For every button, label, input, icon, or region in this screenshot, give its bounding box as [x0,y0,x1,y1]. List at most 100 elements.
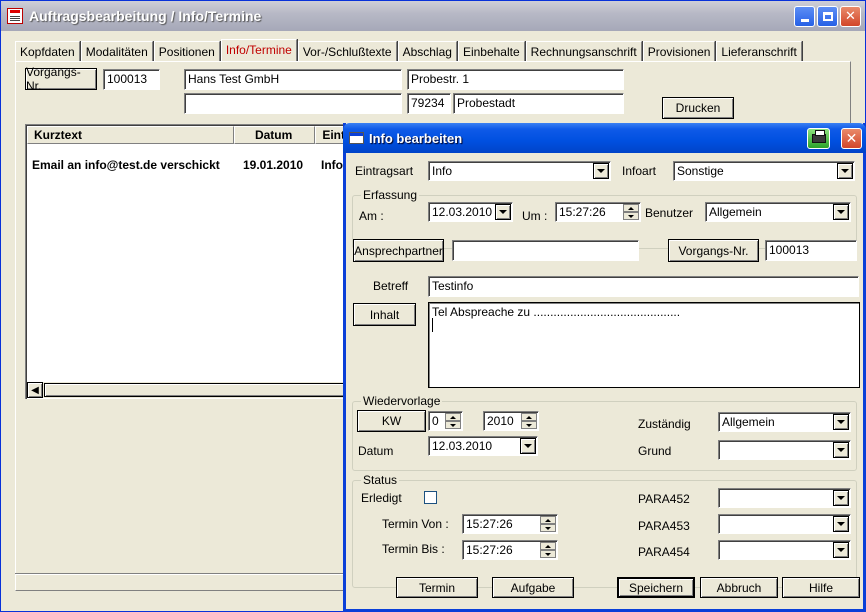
year-value: 2010 [487,414,514,428]
chevron-down-icon[interactable] [833,490,849,506]
kw-button[interactable]: KW [357,410,426,432]
print-button[interactable]: Drucken [662,97,734,119]
grund-label: Grund [638,444,672,458]
um-time-spinner[interactable]: 15:27:26 [555,202,641,222]
dialog-close-button[interactable]: ✕ [841,128,862,149]
spin-up-icon[interactable] [540,516,556,524]
termin-button[interactable]: Termin [396,577,478,598]
horizontal-scrollbar[interactable]: ◀ [27,382,355,398]
spin-down-icon[interactable] [445,421,461,429]
tab-vor-schlusstexte[interactable]: Vor-/Schlußtexte [297,41,397,61]
close-icon: ✕ [845,9,856,24]
dialog-print-button[interactable] [807,128,830,149]
printer-icon [811,130,826,143]
zustaendig-label: Zuständig [638,417,691,431]
main-titlebar[interactable]: Auftragsbearbeitung / Info/Termine ✕ [1,1,865,31]
wv-datum-picker[interactable]: 12.03.2010 [428,436,538,456]
dialog-title: Info bearbeiten [369,130,463,146]
tab-modalitaeten[interactable]: Modalitäten [80,41,153,61]
dialog-body: Eintragsart Info Infoart Sonstige Erfass… [346,153,863,609]
chevron-down-icon[interactable] [837,163,853,179]
tab-lieferanschrift[interactable]: Lieferanschrift [716,41,802,61]
erledigt-checkbox[interactable] [424,491,437,504]
chevron-down-icon[interactable] [495,204,511,220]
tab-rechnungsanschrift[interactable]: Rechnungsanschrift [525,41,642,61]
betreff-field[interactable]: Testinfo [428,276,859,297]
tab-bar: Kopfdaten Modalitäten Positionen Info/Te… [15,39,803,61]
para452-select[interactable] [718,488,851,508]
chevron-down-icon[interactable] [833,442,849,458]
maximize-button[interactable] [817,6,838,27]
minimize-button[interactable] [794,6,815,27]
am-label: Am : [359,209,384,223]
tab-info-termine[interactable]: Info/Termine [220,39,297,61]
am-date-picker[interactable]: 12.03.2010 [428,202,513,222]
grund-select[interactable] [718,440,851,460]
app-icon[interactable] [7,8,23,24]
zip-field[interactable]: 79234 [407,93,451,114]
status-title: Status [361,473,400,487]
erledigt-label: Erledigt [361,491,402,505]
chevron-down-icon[interactable] [593,163,609,179]
close-icon: ✕ [845,130,858,147]
chevron-down-icon[interactable] [833,542,849,558]
tab-kopfdaten[interactable]: Kopfdaten [15,41,80,61]
eintragsart-select[interactable]: Info [428,161,611,181]
dialog-vorgangs-nr-button[interactable]: Vorgangs-Nr. [668,239,759,262]
betreff-label: Betreff [373,279,409,293]
spin-down-icon[interactable] [540,550,556,558]
para454-select[interactable] [718,540,851,560]
city-field[interactable]: Probestadt [453,93,624,114]
hilfe-button[interactable]: Hilfe [782,577,860,598]
info-list[interactable]: Kurztext Datum Eintr Email an info@test.… [25,124,355,399]
benutzer-label: Benutzer [645,206,694,220]
minimize-icon [800,19,809,22]
company-field[interactable]: Hans Test GmbH [184,69,402,90]
scroll-thumb[interactable] [44,383,355,397]
chevron-down-icon[interactable] [520,438,536,454]
spin-up-icon[interactable] [540,542,556,550]
tab-positionen[interactable]: Positionen [153,41,220,61]
dialog-vorgangs-nr-field[interactable]: 100013 [765,240,857,261]
extra-address-field[interactable] [184,93,402,114]
infoart-select[interactable]: Sonstige [673,161,855,181]
kw-spinner[interactable]: 0 [428,411,463,431]
tab-abschlag[interactable]: Abschlag [397,41,457,61]
tab-einbehalte[interactable]: Einbehalte [457,41,525,61]
spin-up-icon[interactable] [623,204,639,212]
year-spinner[interactable]: 2010 [483,411,539,431]
inhalt-textarea[interactable]: Tel Abspreache zu ......................… [428,302,860,388]
spin-down-icon[interactable] [521,421,537,429]
vorgangs-nr-field[interactable]: 100013 [103,69,160,90]
ansprechpartner-button[interactable]: Ansprechpartner [353,239,444,262]
list-row[interactable]: Email an info@test.de verschickt 19.01.2… [28,157,355,173]
abbruch-button[interactable]: Abbruch [700,577,778,598]
ansprechpartner-field[interactable] [452,240,639,261]
wv-datum-value: 12.03.2010 [432,439,493,453]
para453-select[interactable] [718,514,851,534]
vorgangs-nr-button[interactable]: Vorgangs-Nr. [25,65,97,93]
inhalt-button[interactable]: Inhalt [353,303,416,326]
dialog-titlebar[interactable]: Info bearbeiten ✕ [343,123,866,153]
street-field[interactable]: Probestr. 1 [407,69,624,90]
benutzer-select[interactable]: Allgemein [705,202,851,222]
chevron-down-icon[interactable] [833,516,849,532]
chevron-down-icon[interactable] [833,414,849,430]
close-button[interactable]: ✕ [840,6,861,27]
chevron-down-icon[interactable] [833,204,849,220]
spin-down-icon[interactable] [540,524,556,532]
wv-datum-label: Datum [358,444,394,458]
tab-provisionen[interactable]: Provisionen [642,41,716,61]
spin-down-icon[interactable] [623,212,639,220]
scroll-left-button[interactable]: ◀ [27,382,43,398]
termin-bis-spinner[interactable]: 15:27:26 [462,540,558,560]
zustaendig-select[interactable]: Allgemein [718,412,851,432]
col-datum[interactable]: Datum [233,126,316,144]
col-kurztext[interactable]: Kurztext [27,126,234,144]
speichern-button[interactable]: Speichern [617,577,695,598]
aufgabe-button[interactable]: Aufgabe [492,577,574,598]
spin-up-icon[interactable] [521,413,537,421]
para452-label: PARA452 [638,492,690,506]
termin-von-spinner[interactable]: 15:27:26 [462,514,558,534]
spin-up-icon[interactable] [445,413,461,421]
